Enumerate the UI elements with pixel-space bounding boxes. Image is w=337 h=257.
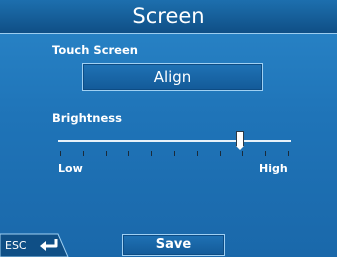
brightness-tick (128, 151, 130, 156)
touch-screen-label: Touch Screen (52, 43, 138, 57)
brightness-low-label: Low (58, 162, 83, 175)
esc-label[interactable]: ESC (5, 239, 27, 252)
title-bar: Screen (0, 0, 337, 34)
brightness-tick (242, 151, 244, 156)
brightness-slider-track[interactable] (58, 140, 291, 142)
brightness-tick (60, 151, 61, 156)
brightness-label: Brightness (52, 111, 122, 125)
brightness-tick (219, 151, 221, 156)
screen-settings-page: Screen Touch Screen Align Brightness Low… (0, 0, 337, 257)
align-button[interactable]: Align (82, 63, 263, 91)
enter-return-icon[interactable] (38, 237, 60, 253)
page-title: Screen (132, 4, 205, 28)
brightness-high-label: High (259, 162, 288, 175)
brightness-slider-thumb-tip (236, 146, 245, 150)
brightness-tick (151, 151, 153, 156)
brightness-tick (174, 151, 175, 156)
brightness-tick (288, 151, 289, 156)
brightness-tick (105, 151, 107, 156)
brightness-tick (82, 151, 84, 156)
save-button[interactable]: Save (122, 234, 225, 256)
brightness-tick (265, 151, 267, 156)
brightness-slider-thumb[interactable] (236, 131, 245, 147)
brightness-tick (196, 151, 198, 156)
